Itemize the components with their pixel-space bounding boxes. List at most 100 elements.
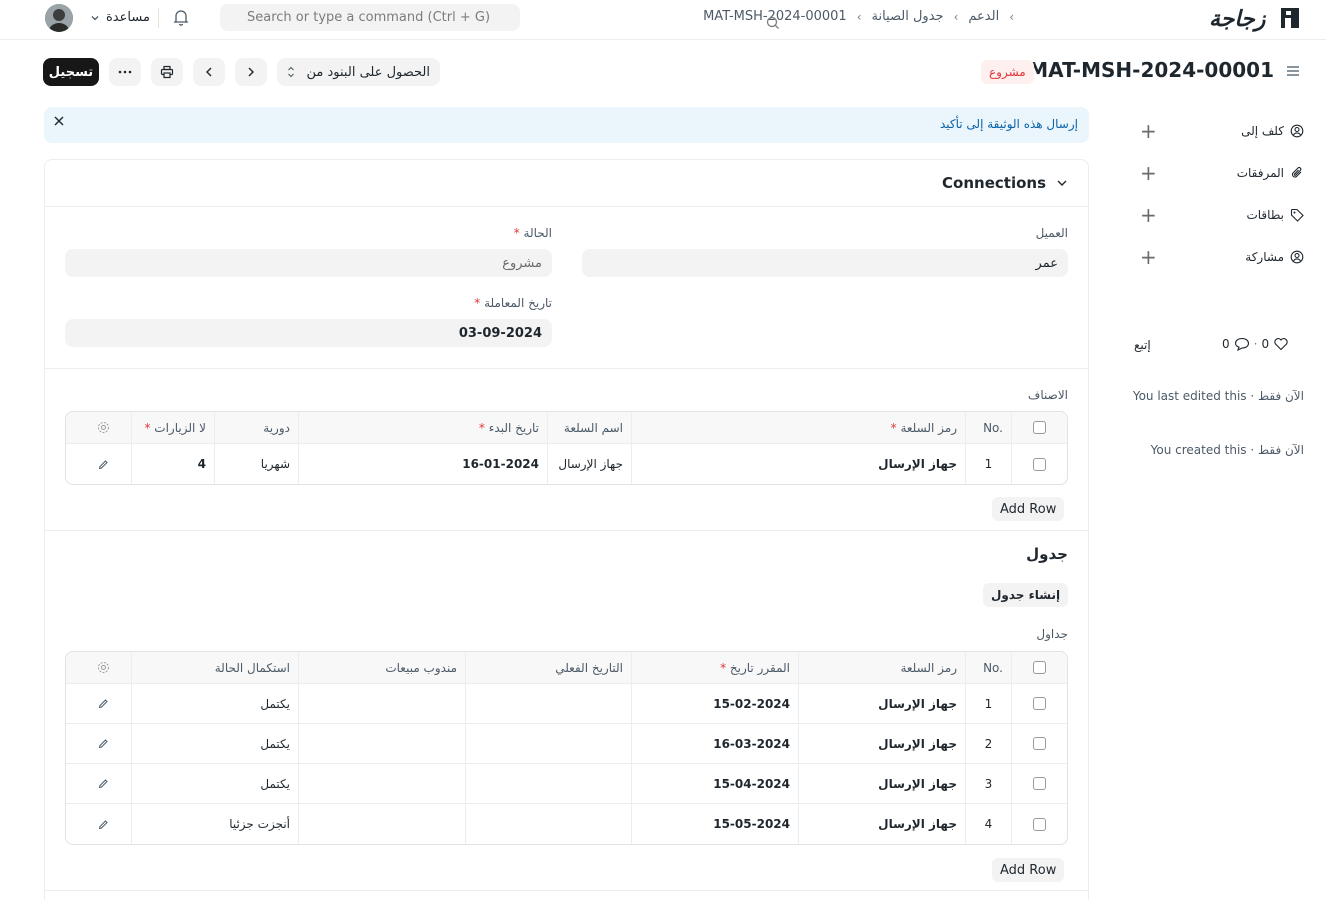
row-checkbox[interactable]: [1033, 697, 1046, 710]
attachment-add-icon[interactable]: +: [1140, 163, 1157, 183]
cell-sales-person[interactable]: [298, 724, 465, 763]
search-placeholder: Search or type a command (Ctrl + G): [247, 10, 491, 25]
cell-item-code[interactable]: جهاز الإرسال: [798, 804, 965, 844]
submit-button[interactable]: تسجيل: [43, 58, 99, 86]
cell-actual-date[interactable]: [465, 724, 631, 763]
generate-schedule-button[interactable]: إنشاء جدول: [983, 583, 1069, 607]
cell-scheduled-date[interactable]: 15-02-2024: [631, 684, 798, 723]
col-scheduled-date-text: المقرر تاريخ: [729, 660, 790, 675]
cell-sales-person[interactable]: [298, 684, 465, 723]
cell-no-of-visits[interactable]: 4: [131, 444, 214, 484]
connections-section-header[interactable]: Connections: [942, 174, 1068, 192]
follow-link[interactable]: إتبع: [1134, 338, 1151, 352]
heart-icon[interactable]: [1273, 337, 1289, 351]
cell-actual-date[interactable]: [465, 764, 631, 803]
cell-completion-status[interactable]: يكتمل: [131, 724, 298, 763]
row-checkbox[interactable]: [1033, 737, 1046, 750]
share-add-icon[interactable]: +: [1140, 247, 1157, 267]
items-table: No. * رمز السلعة اسم السلعة * تاريخ البد…: [65, 411, 1068, 485]
cell-completion-status[interactable]: يكتمل: [131, 684, 298, 723]
breadcrumb-support[interactable]: الدعم: [968, 9, 999, 24]
more-actions-button[interactable]: [109, 58, 141, 86]
table-row[interactable]: 1 جهاز الإرسال 15-02-2024 يكتمل: [66, 684, 1067, 724]
cell-item-code[interactable]: جهاز الإرسال: [798, 684, 965, 723]
col-no: No.: [965, 652, 1011, 683]
row-checkbox[interactable]: [1033, 817, 1046, 831]
edit-icon[interactable]: [98, 698, 109, 709]
table-row[interactable]: 3 جهاز الإرسال 15-04-2024 يكتمل: [66, 764, 1067, 804]
table-header-row: No. رمز السلعة * المقرر تاريخ التاريخ ال…: [66, 652, 1067, 684]
printer-icon: [160, 65, 174, 79]
tag-add-icon[interactable]: +: [1140, 205, 1157, 225]
sidebar-item-assign[interactable]: كلف إلى: [1241, 124, 1304, 138]
cell-scheduled-date[interactable]: 15-04-2024: [631, 764, 798, 803]
cell-sales-person[interactable]: [298, 804, 465, 844]
bell-icon[interactable]: [173, 9, 189, 26]
app-logo[interactable]: زجاجة: [1205, 4, 1303, 32]
gear-icon[interactable]: [97, 421, 110, 434]
get-items-from-dropdown[interactable]: الحصول على البنود من: [277, 58, 440, 86]
avatar[interactable]: [45, 4, 73, 32]
schedules-table: No. رمز السلعة * المقرر تاريخ التاريخ ال…: [65, 651, 1068, 845]
col-actual-date: التاريخ الفعلي: [465, 652, 631, 683]
edit-icon[interactable]: [98, 819, 109, 830]
sidebar-item-share[interactable]: مشاركة: [1245, 250, 1304, 264]
cell-actual-date[interactable]: [465, 804, 631, 844]
sidebar-item-label: بطاقات: [1246, 208, 1284, 222]
cell-item-name[interactable]: جهاز الإرسال: [547, 444, 631, 484]
column-settings-cell: [76, 412, 131, 443]
breadcrumb-separator: ‹: [1009, 9, 1014, 24]
sidebar-toggle-icon[interactable]: [1286, 64, 1300, 78]
cell-periodicity[interactable]: شهريا: [214, 444, 298, 484]
cell-completion-status[interactable]: أنجزت جزئيا: [131, 804, 298, 844]
sidebar-item-tags[interactable]: بطاقات: [1246, 208, 1304, 222]
next-doc-button[interactable]: [235, 58, 267, 86]
edit-icon[interactable]: [98, 738, 109, 749]
assign-add-icon[interactable]: +: [1140, 121, 1157, 141]
close-icon[interactable]: [54, 116, 64, 126]
items-add-row-button[interactable]: Add Row: [992, 497, 1065, 521]
previous-doc-button[interactable]: [193, 58, 225, 86]
chevron-right-icon: [246, 66, 256, 78]
gear-icon[interactable]: [97, 661, 110, 674]
cell-scheduled-date[interactable]: 16-03-2024: [631, 724, 798, 763]
row-checkbox[interactable]: [1033, 777, 1046, 790]
customer-field[interactable]: عمر: [582, 249, 1068, 277]
cell-item-code[interactable]: جهاز الإرسال: [798, 764, 965, 803]
cell-scheduled-date[interactable]: 15-05-2024: [631, 804, 798, 844]
table-row[interactable]: 2 جهاز الإرسال 16-03-2024 يكتمل: [66, 724, 1067, 764]
col-start-date: * تاريخ البدء: [298, 412, 547, 443]
table-row[interactable]: 4 جهاز الإرسال 15-05-2024 أنجزت جزئيا: [66, 804, 1067, 844]
cell-completion-status[interactable]: يكتمل: [131, 764, 298, 803]
cell-sales-person[interactable]: [298, 764, 465, 803]
select-all-checkbox[interactable]: [1033, 421, 1046, 434]
edit-icon[interactable]: [98, 459, 109, 470]
cell-start-date[interactable]: 16-01-2024: [298, 444, 547, 484]
transaction-date-field[interactable]: 03-09-2024: [65, 319, 552, 347]
table-row[interactable]: 1 جهاز الإرسال جهاز الإرسال 16-01-2024 ش…: [66, 444, 1067, 484]
breadcrumb-maintenance-schedule[interactable]: جدول الصيانة: [872, 9, 944, 24]
svg-text:زجاجة: زجاجة: [1209, 7, 1267, 32]
cell-actual-date[interactable]: [465, 684, 631, 723]
section-title: Connections: [942, 174, 1046, 192]
section-divider: [45, 206, 1088, 207]
search-input[interactable]: Search or type a command (Ctrl + G): [220, 4, 779, 31]
row-select-cell: [1011, 724, 1067, 763]
help-dropdown[interactable]: مساعدة: [90, 10, 150, 25]
row-checkbox[interactable]: [1033, 457, 1046, 471]
col-scheduled-date: * المقرر تاريخ: [631, 652, 798, 683]
status-field[interactable]: مشروع: [65, 249, 552, 277]
col-item-code: * رمز السلعة: [631, 412, 965, 443]
edit-icon[interactable]: [98, 778, 109, 789]
print-button[interactable]: [151, 58, 183, 86]
row-select-cell: [1011, 764, 1067, 803]
sidebar-item-attachments[interactable]: المرفقات: [1237, 166, 1304, 180]
cell-item-code[interactable]: جهاز الإرسال: [631, 444, 965, 484]
schedules-add-row-button[interactable]: Add Row: [992, 858, 1065, 882]
cell-item-code[interactable]: جهاز الإرسال: [798, 724, 965, 763]
select-all-checkbox[interactable]: [1033, 661, 1046, 674]
row-select-cell: [1011, 684, 1067, 723]
comment-icon[interactable]: [1234, 337, 1250, 351]
status-label: * الحالة: [514, 226, 552, 240]
required-indicator: *: [478, 420, 489, 435]
